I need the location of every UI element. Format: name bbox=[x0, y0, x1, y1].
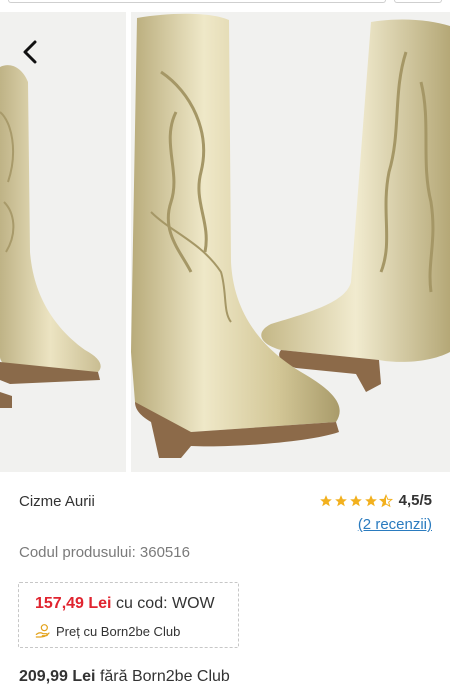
regular-price: 209,99 Lei bbox=[19, 668, 96, 685]
search-bar-edge[interactable] bbox=[8, 0, 386, 3]
star-half-icon bbox=[378, 493, 393, 507]
hand-coin-icon bbox=[35, 624, 50, 638]
club-price-line: Preț cu Born2be Club bbox=[35, 623, 180, 639]
promo-code: cu cod: WOW bbox=[115, 595, 215, 612]
product-image-gallery[interactable] bbox=[0, 12, 450, 472]
star-full-icon bbox=[319, 494, 332, 506]
promo-price-line: 157,49 Lei cu cod: WOW bbox=[35, 595, 215, 613]
back-button[interactable] bbox=[16, 38, 44, 66]
product-header: Cizme Aurii 4,5/5 bbox=[19, 492, 432, 514]
chevron-left-icon bbox=[23, 40, 37, 64]
regular-price-line: 209,99 Lei fără Born2be Club bbox=[19, 668, 230, 686]
product-rating[interactable]: 4,5/5 bbox=[319, 492, 432, 509]
boot-image-partial bbox=[0, 65, 101, 408]
regular-price-suffix: fără Born2be Club bbox=[99, 668, 230, 685]
rating-value: 4,5/5 bbox=[398, 492, 432, 509]
header-button-edge[interactable] bbox=[394, 0, 442, 3]
star-full-icon bbox=[349, 494, 362, 506]
product-image-main[interactable] bbox=[131, 12, 450, 472]
product-image-previous[interactable] bbox=[0, 12, 126, 472]
boot-image-main bbox=[131, 13, 450, 458]
product-title: Cizme Aurii bbox=[19, 493, 95, 510]
reviews-link[interactable]: (2 recenzii) bbox=[358, 516, 432, 533]
rating-stars bbox=[319, 493, 393, 508]
star-full-icon bbox=[334, 494, 347, 506]
top-strip bbox=[0, 0, 450, 6]
club-price-label: Preț cu Born2be Club bbox=[56, 623, 181, 639]
star-full-icon bbox=[364, 494, 377, 506]
promo-price: 157,49 Lei bbox=[35, 595, 112, 612]
promo-price-box: 157,49 Lei cu cod: WOW Preț cu Born2be C… bbox=[18, 582, 239, 648]
product-code: Codul produsului: 360516 bbox=[19, 544, 190, 561]
